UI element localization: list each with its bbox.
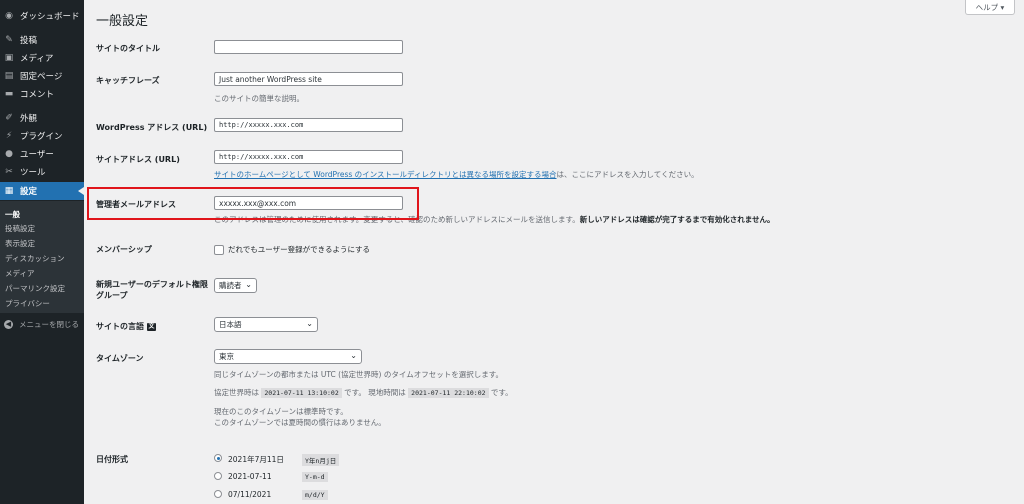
timezone-select[interactable]: 東京 ⌄ xyxy=(214,349,362,364)
tagline-label: キャッチフレーズ xyxy=(96,76,160,85)
submenu-item-media[interactable]: メディア xyxy=(5,268,34,279)
site-language-label: サイトの言語文 xyxy=(96,321,156,332)
chevron-down-icon: ⌄ xyxy=(245,280,252,289)
site-address-input[interactable]: http://xxxxx.xxx.com xyxy=(214,150,403,164)
comment-icon: ▬ xyxy=(4,89,14,99)
submenu-item-privacy[interactable]: プライバシー xyxy=(5,298,50,309)
sidebar-item-posts[interactable]: ✎ 投稿 xyxy=(0,31,84,49)
site-language-select[interactable]: 日本語 ⌄ xyxy=(214,317,318,332)
pin-icon: ✎ xyxy=(5,35,13,45)
brush-icon: ✐ xyxy=(5,113,13,123)
wrench-icon: ✂ xyxy=(5,167,13,177)
membership-option[interactable]: だれでもユーザー登録ができるようにする xyxy=(214,244,370,255)
membership-checkbox[interactable] xyxy=(214,245,224,255)
sidebar-item-tools[interactable]: ✂ ツール xyxy=(0,163,84,181)
site-language-label-text: サイトの言語 xyxy=(96,322,144,331)
local-label: 現地時間は xyxy=(368,388,406,397)
date-format-radio-2[interactable] xyxy=(214,472,222,480)
translate-icon: 文 xyxy=(147,322,156,331)
timezone-label: タイムゾーン xyxy=(96,354,144,363)
admin-sidebar: ◉ ダッシュボード ✎ 投稿 ▣ メディア ▤ 固定ページ ▬ コメント ✐ 外観 ⚡ プラグ… xyxy=(0,0,84,504)
date-format-option-label: 07/11/2021 xyxy=(228,490,272,499)
sidebar-item-label: コメント xyxy=(20,90,55,100)
chevron-down-icon: ⌄ xyxy=(350,351,357,360)
date-format-radio-3[interactable] xyxy=(214,490,222,498)
date-format-option-code: Y-m-d xyxy=(302,472,328,482)
user-icon: ● xyxy=(5,149,13,159)
default-role-select[interactable]: 購読者 ⌄ xyxy=(214,278,257,293)
sidebar-item-label: メディア xyxy=(20,54,54,64)
tagline-input[interactable]: Just another WordPress site xyxy=(214,72,403,86)
site-address-help-link[interactable]: サイトのホームページとして WordPress のインストールディレクトリとは異… xyxy=(214,170,557,179)
site-address-desc-tail: は、ここにアドレスを入力してください。 xyxy=(556,170,699,179)
sidebar-item-plugins[interactable]: ⚡ プラグイン xyxy=(0,127,84,145)
submenu-item-reading[interactable]: 表示設定 xyxy=(5,238,35,249)
date-format-option-label: 2021年7月11日 xyxy=(228,455,284,464)
utc-suffix: です。 xyxy=(344,388,366,397)
sidebar-item-appearance[interactable]: ✐ 外観 xyxy=(0,109,84,127)
sidebar-item-label: 設定 xyxy=(20,187,38,197)
help-button[interactable]: ヘルプ ▾ xyxy=(965,0,1015,15)
default-role-value: 購読者 xyxy=(219,281,242,290)
highlight-box xyxy=(87,187,419,220)
admin-email-desc-bold: 新しいアドレスは確認が完了するまで有効化されません。 xyxy=(579,215,775,224)
dashboard-icon: ◉ xyxy=(5,11,13,21)
utc-label: 協定世界時は xyxy=(214,388,259,397)
date-format-option-label: 2021-07-11 xyxy=(228,472,272,481)
timezone-standard-line1: 現在のこのタイムゾーンは標準時です。 xyxy=(214,407,348,416)
utc-time: 2021-07-11 13:10:02 xyxy=(261,388,342,398)
wp-address-input[interactable]: http://xxxxx.xxx.com xyxy=(214,118,403,132)
sidebar-item-users[interactable]: ● ユーザー xyxy=(0,145,84,163)
tagline-description: このサイトの簡単な説明。 xyxy=(214,94,304,103)
membership-label: メンバーシップ xyxy=(96,245,152,254)
site-address-label: サイトアドレス (URL) xyxy=(96,155,180,164)
sidebar-item-pages[interactable]: ▤ 固定ページ xyxy=(0,67,84,85)
site-title-label: サイトのタイトル xyxy=(96,44,160,53)
settings-submenu: 一般 投稿設定 表示設定 ディスカッション メディア パーマリンク設定 プライバ… xyxy=(0,201,84,313)
date-format-label: 日付形式 xyxy=(96,455,128,464)
site-address-description: サイトのホームページとして WordPress のインストールディレクトリとは異… xyxy=(214,169,699,180)
timezone-times: 協定世界時は 2021-07-11 13:10:02 です。 現地時間は 202… xyxy=(214,387,513,398)
site-language-value: 日本語 xyxy=(219,320,242,329)
submenu-item-general[interactable]: 一般 xyxy=(5,209,20,220)
submenu-item-discussion[interactable]: ディスカッション xyxy=(5,253,64,264)
submenu-item-writing[interactable]: 投稿設定 xyxy=(5,223,35,234)
plugin-icon: ⚡ xyxy=(5,131,13,141)
membership-checkbox-label: だれでもユーザー登録ができるようにする xyxy=(228,245,371,254)
site-title-input[interactable] xyxy=(214,40,403,54)
timezone-value: 東京 xyxy=(219,352,234,361)
sidebar-item-comments[interactable]: ▬ コメント xyxy=(0,85,84,103)
date-format-radio-1[interactable] xyxy=(214,454,222,462)
sidebar-item-label: ツール xyxy=(20,168,46,178)
sidebar-item-label: ダッシュボード xyxy=(20,12,80,22)
chevron-down-icon: ⌄ xyxy=(306,319,313,328)
collapse-menu-button[interactable]: ◀ メニューを閉じる xyxy=(0,316,84,332)
sidebar-item-label: ユーザー xyxy=(20,150,54,160)
sidebar-item-settings[interactable]: ▦ 設定 xyxy=(0,182,84,200)
sidebar-item-label: 固定ページ xyxy=(20,72,63,82)
default-role-label: 新規ユーザーのデフォルト権限グループ xyxy=(96,280,208,300)
date-format-option-code: m/d/Y xyxy=(302,490,328,500)
sidebar-item-label: プラグイン xyxy=(20,132,63,142)
collapse-label: メニューを閉じる xyxy=(19,319,79,329)
date-format-option-code: Y年n月j日 xyxy=(302,454,340,466)
media-icon: ▣ xyxy=(4,53,14,63)
collapse-icon: ◀ xyxy=(4,319,13,329)
local-time: 2021-07-11 22:10:02 xyxy=(408,388,489,398)
submenu-item-permalinks[interactable]: パーマリンク設定 xyxy=(5,283,65,294)
sidebar-item-label: 外観 xyxy=(20,114,38,124)
page-icon: ▤ xyxy=(4,71,14,81)
page-title: 一般設定 xyxy=(96,14,149,29)
settings-icon: ▦ xyxy=(4,186,14,196)
local-suffix: です。 xyxy=(490,388,513,397)
wp-address-label: WordPress アドレス (URL) xyxy=(96,123,208,132)
timezone-description: 同じタイムゾーンの都市または UTC (協定世界時) のタイムオフセットを選択し… xyxy=(214,370,503,379)
sidebar-item-media[interactable]: ▣ メディア xyxy=(0,49,84,67)
timezone-standard-line2: このタイムゾーンでは夏時間の慣行はありません。 xyxy=(214,418,386,427)
sidebar-item-label: 投稿 xyxy=(20,36,38,46)
sidebar-item-dashboard[interactable]: ◉ ダッシュボード xyxy=(0,7,84,25)
